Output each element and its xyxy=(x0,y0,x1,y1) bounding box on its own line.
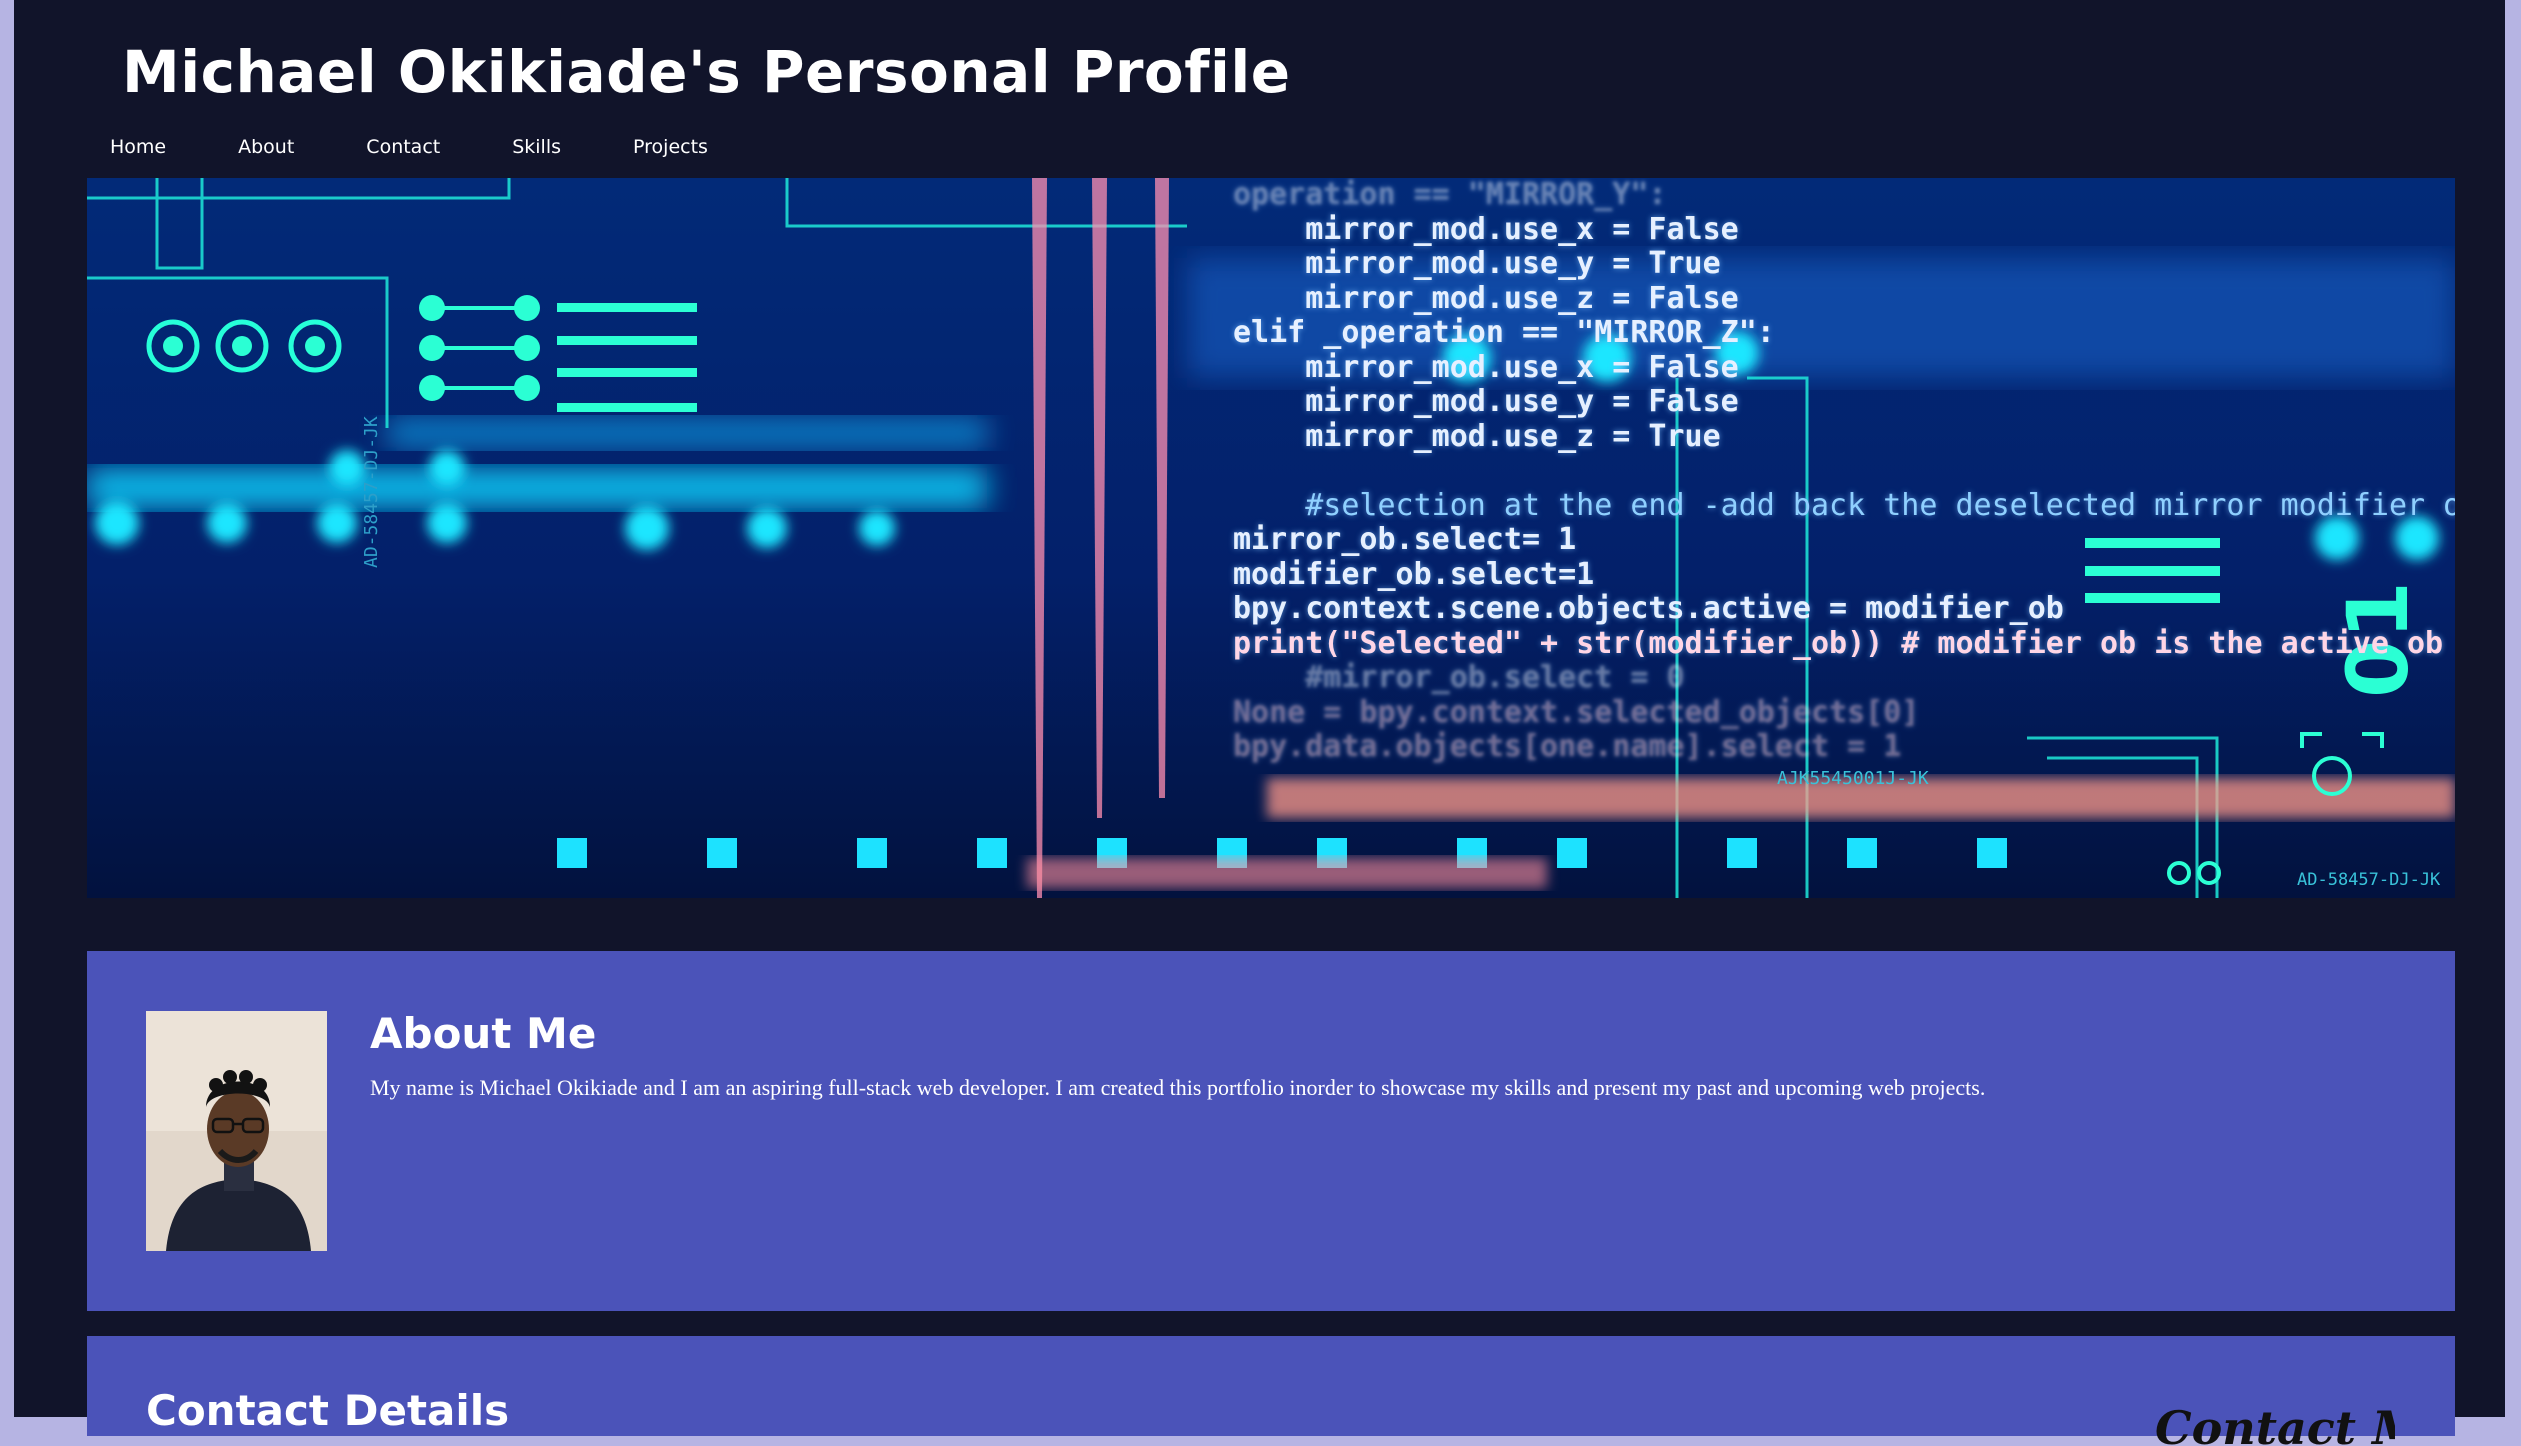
contact-title: Contact Details xyxy=(146,1386,510,1435)
code-line-14: print("Selected" + str(modifier_ob)) # m… xyxy=(1233,625,2444,661)
code-line-6: mirror_mod.use_x = False xyxy=(1233,349,1739,385)
code-line-12: modifier_ob.select=1 xyxy=(1233,556,1595,592)
about-text: My name is Michael Okikiade and I am an … xyxy=(370,1075,1986,1100)
main-nav: Home About Contact Skills Projects xyxy=(110,136,780,158)
nav-about[interactable]: About xyxy=(238,136,294,158)
code-line-16: None = bpy.context.selected_objects[0] xyxy=(1233,694,1920,730)
serial-label-3: AD-58457-DJ-JK xyxy=(361,416,382,568)
code-line-17: bpy.data.objects[one.name].select = 1 xyxy=(1233,729,1902,764)
signature-text: Contact Me xyxy=(2155,1401,2395,1446)
nav-projects[interactable]: Projects xyxy=(633,136,708,158)
site-title: Michael Okikiade's Personal Profile xyxy=(122,38,1291,106)
code-line-3: mirror_mod.use_y = True xyxy=(1233,246,1721,281)
about-title: About Me xyxy=(370,1009,597,1058)
code-line-11: mirror_ob.select= 1 xyxy=(1233,522,1577,557)
code-line-4: mirror_mod.use_z = False xyxy=(1233,280,1739,316)
page: Michael Okikiade's Personal Profile Home… xyxy=(14,0,2505,1446)
code-line-7: mirror_mod.use_y = False xyxy=(1233,384,1739,419)
code-line-2: mirror_mod.use_x = False xyxy=(1233,211,1739,247)
hero-banner-image: AJK5545001J-JK AD-58457-DJ-JK AD-58457-D… xyxy=(87,178,2455,898)
nav-home[interactable]: Home xyxy=(110,136,166,158)
about-section: About Me My name is Michael Okikiade and… xyxy=(87,951,2455,1311)
nav-skills[interactable]: Skills xyxy=(512,136,561,158)
code-line-10: #selection at the end -add back the dese… xyxy=(1233,487,2455,523)
code-line-5: elif _operation == "MIRROR_Z": xyxy=(1233,315,1775,350)
code-overlay: operation == "MIRROR_Y": mirror_mod.use_… xyxy=(1233,178,2455,765)
code-line-15: #mirror_ob.select = 0 xyxy=(1233,660,1685,695)
code-line-8: mirror_mod.use_z = True xyxy=(1233,418,1721,454)
code-line-1: operation == "MIRROR_Y": xyxy=(1233,178,1667,212)
contact-section: Contact Details Contact Me xyxy=(87,1336,2455,1446)
code-line-13: bpy.context.scene.objects.active = modif… xyxy=(1233,591,2064,626)
serial-label-2: AD-58457-DJ-JK xyxy=(2297,870,2441,890)
profile-photo xyxy=(146,1011,327,1251)
contact-me-signature: Contact Me xyxy=(2155,1401,2395,1446)
serial-label-1: AJK5545001J-JK xyxy=(1777,768,1929,789)
nav-contact[interactable]: Contact xyxy=(366,136,440,158)
